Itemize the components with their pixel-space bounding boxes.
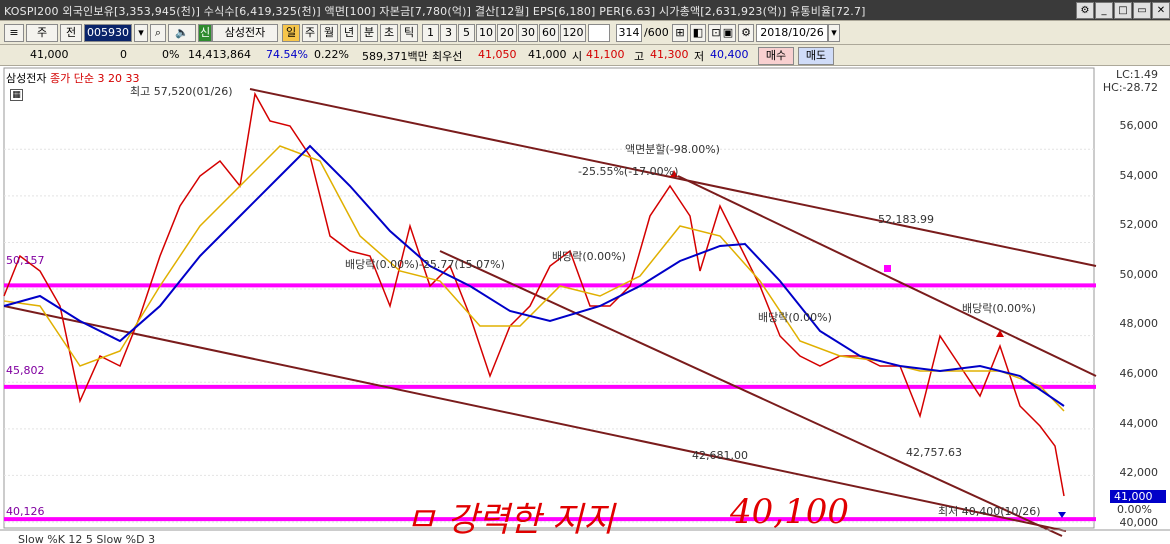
calendar-icon[interactable]: ▾ [828,24,840,42]
high-price: 41,300 [650,48,689,61]
y-tick: 44,000 [1119,417,1159,430]
period-week[interactable]: 주 [302,24,318,42]
ratio2: 0.22% [314,48,349,61]
count-input[interactable]: 314 [616,24,642,42]
high-annotation: 최고 57,520(01/26) [130,85,233,98]
volume: 14,413,864 [188,48,251,61]
div-annotation: 배당락(0.00%)-25.77(15.07%) [345,258,505,271]
close-icon[interactable]: ✕ [1152,2,1170,19]
legend-series: 종가 단순 3 20 33 [49,72,140,85]
period-tick[interactable]: 틱 [400,24,418,42]
high-label: 고 [634,50,645,63]
count-total: /600 [644,26,669,39]
new-badge: 신 [198,24,212,42]
sound-icon[interactable]: 🔈 [168,24,196,42]
trend-line [677,175,1097,377]
minimize-icon[interactable]: _ [1095,2,1113,19]
period-sec[interactable]: 초 [380,24,398,42]
window-title: KOSPI200 외국인보유[3,353,945(천)] 수식수[6,419,3… [4,5,866,18]
current-price: 41,000 [30,48,69,61]
indicator-label: Slow %K 12 5 Slow %D 3 [18,533,156,544]
prev-button[interactable]: 전 [60,24,82,42]
current-pct-tag: 0.00% [1117,503,1152,516]
open-label: 시 [572,50,583,63]
interval-button[interactable]: 120 [560,24,586,42]
trade-amount: 589,371백만 [362,50,428,63]
open-price: 41,100 [586,48,625,61]
period-min[interactable]: 분 [360,24,378,42]
low-price: 40,400 [710,48,749,61]
market-select[interactable]: 주 [26,24,58,42]
buy-button[interactable]: 매수 [758,47,794,65]
interval-input[interactable] [588,24,610,42]
y-tick: 40,000 [1119,516,1159,529]
div-annotation: 배당락(0.00%) [552,250,626,263]
window-buttons: ⚙ _ □ ▭ ✕ [1076,0,1170,19]
split-annotation: 액면분할(-98.00%) [625,143,720,156]
restore-icon[interactable]: ▭ [1133,2,1151,19]
legend-title: 삼성전자 [6,72,47,85]
level-label: 40,126 [6,505,45,518]
search-icon[interactable]: ⌕ [150,24,166,42]
low-annotation: 최저 40,400(10/26) [938,505,1041,518]
trend-value: 42,681.00 [692,449,748,462]
handwritten-price: 40,100 [730,492,849,532]
quote-row: 41,000 0 0% 14,413,864 74.54% 0.22% 589,… [0,45,1170,66]
code-input[interactable]: 005930 [84,24,132,42]
settings-icon[interactable]: ⚙ [1076,2,1094,19]
interval-button[interactable]: 60 [539,24,559,42]
interval-button[interactable]: 30 [518,24,538,42]
level-handle [884,265,891,272]
period-year[interactable]: 년 [340,24,358,42]
y-tick: 46,000 [1119,367,1159,380]
interval-button[interactable]: 10 [476,24,496,42]
change: 0 [120,48,127,61]
best-label: 최우선 [432,50,463,63]
y-tick: 42,000 [1119,466,1159,479]
nav-icon[interactable]: ⊞ [672,24,688,42]
sell-button[interactable]: 매도 [798,47,834,65]
y-tick: 56,000 [1119,119,1159,132]
y-tick: 50,000 [1119,268,1159,281]
grid-icon[interactable]: ▦ [10,89,23,101]
handwritten-note: ㅁ 강력한 지지 [405,500,615,540]
div-annotation: 배당락(0.00%) [758,311,832,324]
ma-fast-series [3,145,1065,412]
nav-icon-2[interactable]: ◧ [690,24,706,42]
div-annotation: 배당락(0.00%) [962,302,1036,315]
toolbar: ≡ 주 전 005930 ▾ ⌕ 🔈 신 삼성전자 일 주 월 년 분 초 틱 … [0,21,1170,45]
low-label: 저 [694,50,705,63]
date-input[interactable]: 2018/10/26 [756,24,828,42]
y-tick: 54,000 [1119,169,1159,182]
maximize-icon[interactable]: □ [1114,2,1132,19]
title-bar: KOSPI200 외국인보유[3,353,945(천)] 수식수[6,419,3… [0,0,1170,21]
y-tick: 48,000 [1119,317,1159,330]
ma-slow-series [3,144,1065,407]
period-day[interactable]: 일 [282,24,300,42]
menu-icon[interactable]: ≡ [4,24,24,42]
split-pct-annotation: -25.55%(-17.00%) [578,165,679,178]
volume-ratio: 74.54% [266,48,308,61]
interval-button[interactable]: 5 [458,24,475,42]
interval-button[interactable]: 20 [497,24,517,42]
lc-label: LC:1.49 [1115,68,1158,81]
gear-icon[interactable]: ⚙ [738,24,754,42]
stock-name: 삼성전자 [212,24,278,42]
best-bid: 41,000 [528,48,567,61]
code-dropdown-icon[interactable]: ▾ [134,24,148,42]
level-label: 50,157 [6,254,45,267]
y-tick: 52,000 [1119,218,1159,231]
save-icon[interactable]: ▣ [720,24,736,42]
interval-button[interactable]: 3 [440,24,457,42]
period-month[interactable]: 월 [320,24,338,42]
trend-value: 42,757.63 [906,446,962,459]
best-ask: 41,050 [478,48,517,61]
trend-value: 52,183.99 [878,213,934,226]
current-price-tag: 41,000 [1110,490,1166,503]
chart-legend: 삼성전자 종가 단순 3 20 33 [6,70,139,86]
level-label: 45,802 [6,364,45,377]
hc-label: HC:-28.72 [1102,81,1158,94]
change-pct: 0% [162,48,180,61]
interval-button[interactable]: 1 [422,24,439,42]
